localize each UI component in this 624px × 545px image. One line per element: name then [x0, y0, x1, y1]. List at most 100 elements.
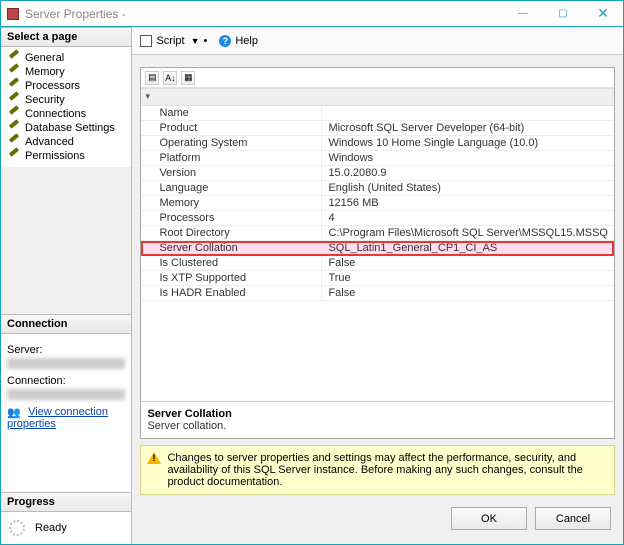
categorized-button[interactable]: ▤	[145, 71, 159, 85]
property-value: 12156 MB	[321, 196, 614, 210]
property-category[interactable]	[141, 88, 614, 106]
warning-box: Changes to server properties and setting…	[140, 445, 615, 495]
server-value	[7, 358, 125, 369]
property-row[interactable]: Memory12156 MB	[141, 196, 614, 211]
ok-button[interactable]: OK	[451, 507, 527, 530]
property-value: False	[321, 286, 614, 300]
nav-item-database-settings[interactable]: Database Settings	[5, 121, 127, 135]
toolbar-separator: •	[203, 35, 207, 47]
property-value: SQL_Latin1_General_CP1_CI_AS	[321, 241, 614, 255]
nav-item-connections[interactable]: Connections	[5, 107, 127, 121]
nav-list: General Memory Processors Security Connectio…	[5, 51, 127, 163]
warning-text: Changes to server properties and setting…	[167, 452, 582, 488]
property-value: True	[321, 271, 614, 285]
property-key: Server Collation	[141, 241, 321, 255]
maximize-button[interactable]: ▢	[543, 1, 583, 27]
property-key: Operating System	[141, 136, 321, 150]
title-bar: Server Properties - — ▢ ✕	[1, 1, 623, 27]
property-value: False	[321, 256, 614, 270]
nav-item-label: Processors	[25, 80, 80, 92]
wrench-icon	[9, 108, 21, 120]
property-value	[321, 106, 614, 120]
users-icon	[7, 406, 21, 418]
nav-item-advanced[interactable]: Advanced	[5, 135, 127, 149]
script-icon	[140, 35, 152, 47]
script-button[interactable]: Script	[156, 35, 184, 47]
connection-header: Connection	[1, 314, 131, 334]
nav-item-security[interactable]: Security	[5, 93, 127, 107]
nav-item-label: Memory	[25, 66, 65, 78]
property-key: Language	[141, 181, 321, 195]
property-value: Windows 10 Home Single Language (10.0)	[321, 136, 614, 150]
property-key: Memory	[141, 196, 321, 210]
property-row[interactable]: Server CollationSQL_Latin1_General_CP1_C…	[141, 241, 614, 256]
help-icon: ?	[219, 35, 231, 47]
property-row[interactable]: Is HADR EnabledFalse	[141, 286, 614, 301]
minimize-button[interactable]: —	[503, 1, 543, 27]
nav-item-general[interactable]: General	[5, 51, 127, 65]
wrench-icon	[9, 52, 21, 64]
property-row[interactable]: Root DirectoryC:\Program Files\Microsoft…	[141, 226, 614, 241]
property-key: Is XTP Supported	[141, 271, 321, 285]
property-key: Version	[141, 166, 321, 180]
property-row[interactable]: LanguageEnglish (United States)	[141, 181, 614, 196]
script-dropdown-icon[interactable]: ▼	[191, 36, 200, 46]
property-row[interactable]: Name	[141, 106, 614, 121]
description-name: Server Collation	[147, 408, 608, 420]
prop-pages-button[interactable]: ▦	[181, 71, 195, 85]
wrench-icon	[9, 66, 21, 78]
app-icon	[7, 8, 19, 20]
property-value: Microsoft SQL Server Developer (64-bit)	[321, 121, 614, 135]
nav-item-permissions[interactable]: Permissions	[5, 149, 127, 163]
property-value: English (United States)	[321, 181, 614, 195]
connection-label: Connection:	[7, 375, 125, 387]
help-button[interactable]: Help	[235, 35, 258, 47]
property-key: Is HADR Enabled	[141, 286, 321, 300]
property-row[interactable]: Version15.0.2080.9	[141, 166, 614, 181]
property-value: Windows	[321, 151, 614, 165]
close-button[interactable]: ✕	[583, 1, 623, 27]
nav-item-label: Connections	[25, 108, 86, 120]
property-key: Product	[141, 121, 321, 135]
property-row[interactable]: ProductMicrosoft SQL Server Developer (6…	[141, 121, 614, 136]
property-value: C:\Program Files\Microsoft SQL Server\MS…	[321, 226, 614, 240]
wrench-icon	[9, 80, 21, 92]
property-key: Root Directory	[141, 226, 321, 240]
toolbar: Script ▼ • ? Help	[132, 27, 623, 55]
property-row[interactable]: Operating SystemWindows 10 Home Single L…	[141, 136, 614, 151]
wrench-icon	[9, 122, 21, 134]
description-value: Server collation.	[147, 420, 608, 432]
nav-item-processors[interactable]: Processors	[5, 79, 127, 93]
alphabetical-button[interactable]: A↓	[163, 71, 177, 85]
progress-spinner-icon	[9, 520, 25, 536]
property-row[interactable]: Processors4	[141, 211, 614, 226]
property-value: 4	[321, 211, 614, 225]
property-grid-toolbar: ▤ A↓ ▦	[141, 68, 614, 88]
property-row[interactable]: Is XTP SupportedTrue	[141, 271, 614, 286]
connection-value	[7, 389, 125, 400]
property-key: Is Clustered	[141, 256, 321, 270]
nav-item-memory[interactable]: Memory	[5, 65, 127, 79]
nav-item-label: Permissions	[25, 150, 85, 162]
progress-header: Progress	[1, 492, 131, 512]
wrench-icon	[9, 150, 21, 162]
property-key: Name	[141, 106, 321, 120]
property-row[interactable]: Is ClusteredFalse	[141, 256, 614, 271]
view-connection-properties-link[interactable]: View connection properties	[7, 406, 108, 430]
property-row[interactable]: PlatformWindows	[141, 151, 614, 166]
nav-item-label: Database Settings	[25, 122, 115, 134]
description-pane: Server Collation Server collation.	[141, 401, 614, 438]
select-page-header: Select a page	[1, 27, 131, 47]
window-title: Server Properties -	[25, 7, 503, 21]
wrench-icon	[9, 94, 21, 106]
property-grid[interactable]: NameProductMicrosoft SQL Server Develope…	[141, 88, 614, 401]
server-label: Server:	[7, 344, 125, 356]
property-key: Processors	[141, 211, 321, 225]
wrench-icon	[9, 136, 21, 148]
nav-item-label: Security	[25, 94, 65, 106]
cancel-button[interactable]: Cancel	[535, 507, 611, 530]
nav-item-label: General	[25, 52, 64, 64]
property-key: Platform	[141, 151, 321, 165]
progress-status: Ready	[35, 522, 67, 534]
nav-item-label: Advanced	[25, 136, 74, 148]
